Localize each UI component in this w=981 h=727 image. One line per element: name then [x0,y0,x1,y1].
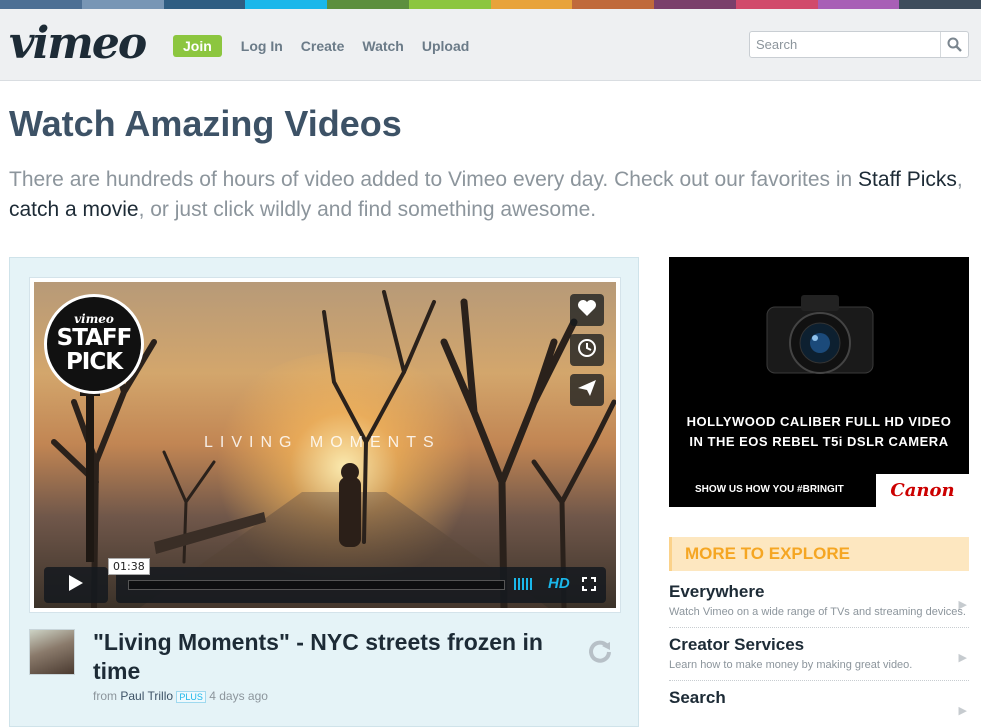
chevron-right-icon: ▶ [958,652,967,664]
nav-create[interactable]: Create [301,38,345,54]
main-nav: Join Log In Create Watch Upload [173,35,487,57]
catch-a-movie-link[interactable]: catch a movie [9,198,139,221]
more-to-explore-title: MORE TO EXPLORE [685,544,850,563]
intro-text: There are hundreds of hours of video add… [9,165,969,225]
badge-line1: STAFF [56,325,133,351]
author-avatar[interactable] [29,629,75,675]
stripe-segment [245,0,327,9]
stripe-segment [163,0,246,9]
explore-item-desc: Watch Vimeo on a wide range of TVs and s… [669,606,966,618]
explore-item-creator-services[interactable]: Creator Services Learn how to make money… [669,635,969,681]
stripe-segment [899,0,981,9]
vimeo-logo[interactable]: vimeo [9,19,147,69]
video-byline: from Paul Trillo PLUS 4 days ago [93,689,268,703]
stripe-segment [408,0,491,9]
volume-bars[interactable] [514,578,532,590]
play-button[interactable] [44,567,108,603]
ad-headline-1: HOLLYWOOD CALIBER FULL HD VIDEO [686,414,952,429]
video-title[interactable]: "Living Moments" - NYC streets frozen in… [93,628,583,686]
page-title: Watch Amazing Videos [9,103,402,144]
intro-text-part: , or just click wildly and find somethin… [138,198,597,221]
explore-item-desc: Learn how to make money by making great … [669,659,913,671]
intro-text-part: There are hundreds of hours of video add… [9,168,859,191]
play-icon [68,574,84,597]
heart-icon [577,299,597,322]
explore-item-title: Creator Services [669,635,805,654]
byline-from: from [93,689,121,703]
chevron-right-icon: ▶ [958,599,967,611]
badge-logo: vimeo [74,312,114,326]
stripe-segment [81,0,164,9]
hd-toggle[interactable]: HD [548,575,570,592]
stripe-segment [817,0,900,9]
video-player[interactable]: LIVING MOMENTS vimeo STAFF PICK HD 01:38 [34,282,616,608]
refresh-icon[interactable] [587,638,613,669]
nav-watch[interactable]: Watch [362,38,403,54]
time-indicator: 01:38 [108,558,150,575]
staff-picks-link[interactable]: Staff Picks [858,168,957,191]
camera-image [766,295,874,374]
explore-item-search[interactable]: Search ▶ [669,688,969,717]
nav-upload[interactable]: Upload [422,38,469,54]
explore-item-title: Search [669,688,726,707]
chevron-right-icon: ▶ [958,705,967,717]
badge-line2: PICK [65,349,123,375]
control-bar: HD [116,567,606,603]
search-box [749,31,969,58]
intro-text-part: , [956,168,963,191]
site-header: vimeo Join Log In Create Watch Upload [0,9,981,81]
explore-item-everywhere[interactable]: Everywhere Watch Vimeo on a wide range o… [669,582,969,628]
staff-pick-badge[interactable]: vimeo STAFF PICK [44,294,144,394]
ad-cta: SHOW US HOW YOU #BRINGIT [695,484,844,495]
watch-later-button[interactable] [570,334,604,366]
ad-headline-2: IN THE EOS REBEL T5i DSLR CAMERA [689,434,949,449]
canon-logo: Canon [890,480,955,501]
video-player-frame: LIVING MOMENTS vimeo STAFF PICK HD 01:38 [29,277,621,613]
player-controls: HD 01:38 [44,558,606,603]
color-stripe [0,0,981,9]
posted-time: 4 days ago [209,689,268,703]
stripe-segment [735,0,818,9]
share-icon [577,379,597,402]
featured-video-panel: LIVING MOMENTS vimeo STAFF PICK HD 01:38… [9,257,639,727]
stripe-segment [0,0,82,9]
clock-icon [577,338,597,363]
canon-logo-box: Canon [876,474,969,507]
nav-login[interactable]: Log In [241,38,283,54]
share-button[interactable] [570,374,604,406]
search-icon[interactable] [940,32,968,57]
join-button[interactable]: Join [173,35,222,57]
stripe-segment [490,0,573,9]
more-to-explore-header: MORE TO EXPLORE [669,537,969,571]
stripe-segment [327,0,409,9]
explore-item-title: Everywhere [669,582,765,601]
stripe-segment [654,0,736,9]
search-input[interactable] [750,32,938,57]
canon-advertisement[interactable]: HOLLYWOOD CALIBER FULL HD VIDEO IN THE E… [669,257,969,507]
fullscreen-icon[interactable] [582,577,596,596]
progress-track[interactable] [128,580,505,590]
plus-badge: PLUS [176,691,206,703]
stripe-segment [572,0,654,9]
video-overlay-title: LIVING MOMENTS [204,434,441,451]
author-link[interactable]: Paul Trillo [120,689,173,703]
like-button[interactable] [570,294,604,326]
